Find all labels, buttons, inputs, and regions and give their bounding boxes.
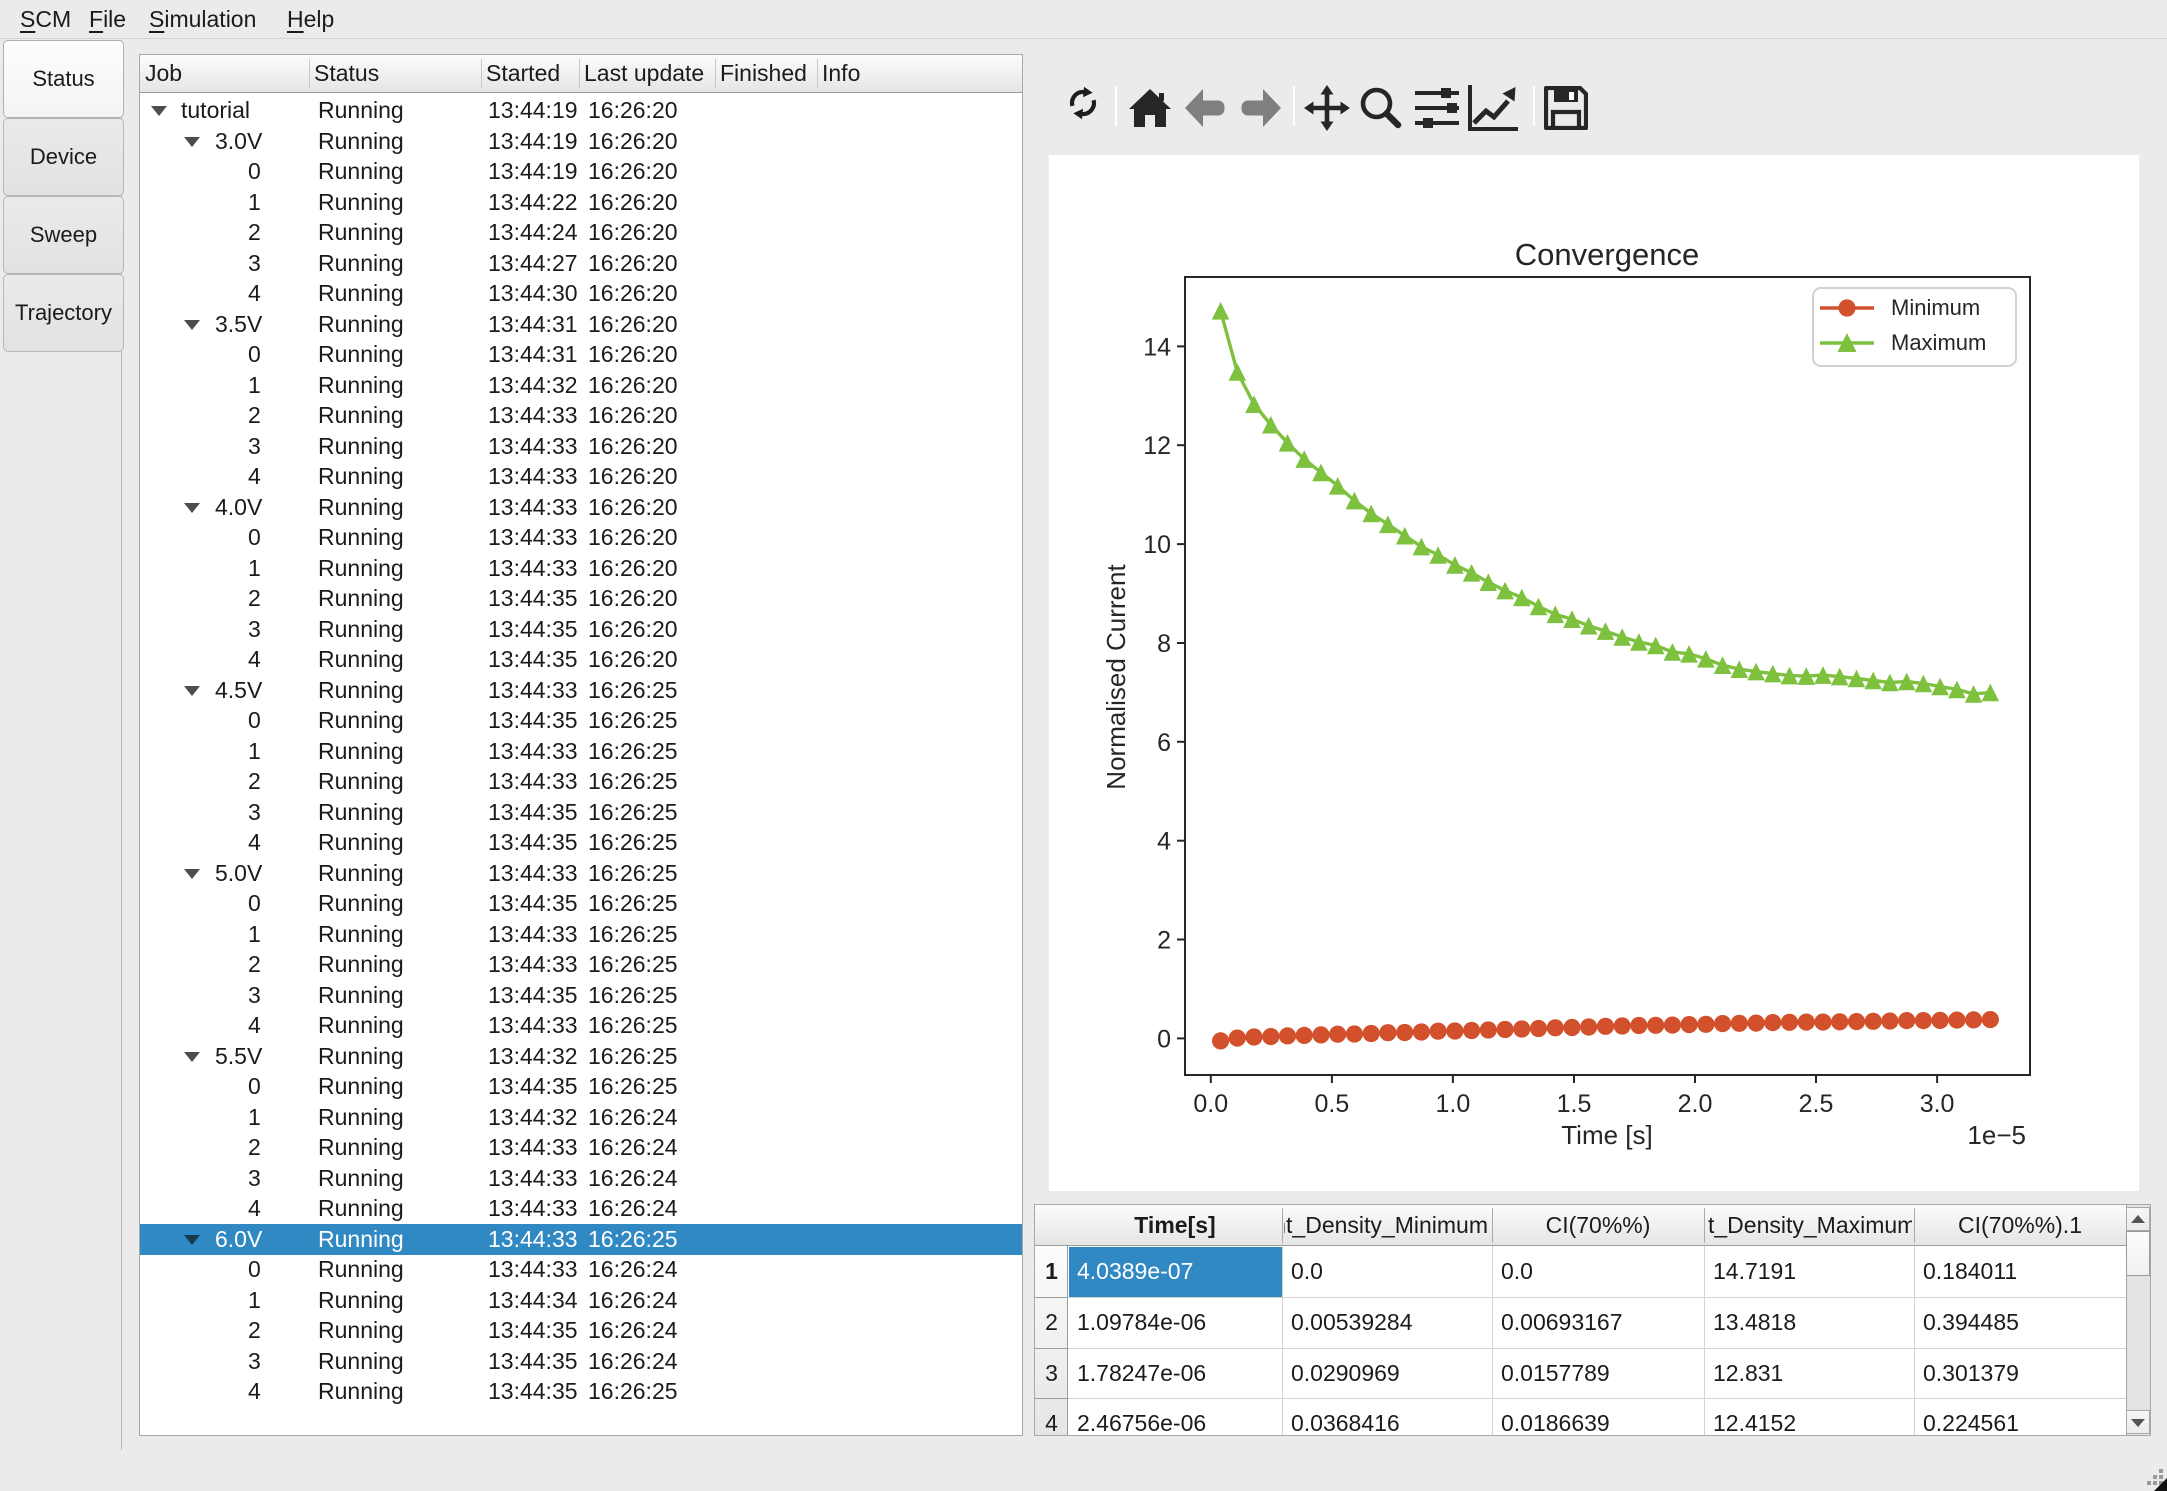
svg-text:Convergence: Convergence bbox=[1515, 237, 1699, 272]
svg-text:2: 2 bbox=[1157, 927, 1171, 955]
svg-text:Time [s]: Time [s] bbox=[1561, 1120, 1652, 1150]
svg-text:3.0: 3.0 bbox=[1920, 1090, 1955, 1118]
svg-text:Maximum: Maximum bbox=[1891, 330, 1986, 355]
svg-text:0.5: 0.5 bbox=[1315, 1090, 1350, 1118]
svg-text:12: 12 bbox=[1143, 432, 1171, 460]
svg-text:10: 10 bbox=[1143, 531, 1171, 559]
svg-text:Minimum: Minimum bbox=[1891, 295, 1980, 320]
svg-text:1e−5: 1e−5 bbox=[1967, 1120, 2026, 1150]
svg-text:0: 0 bbox=[1157, 1025, 1171, 1053]
svg-text:2.5: 2.5 bbox=[1799, 1090, 1834, 1118]
svg-text:4: 4 bbox=[1157, 828, 1171, 856]
svg-text:1.5: 1.5 bbox=[1557, 1090, 1592, 1118]
svg-text:1.0: 1.0 bbox=[1436, 1090, 1471, 1118]
svg-text:Normalised Current: Normalised Current bbox=[1101, 564, 1131, 790]
svg-text:14: 14 bbox=[1143, 333, 1171, 361]
svg-text:2.0: 2.0 bbox=[1678, 1090, 1713, 1118]
svg-text:6: 6 bbox=[1157, 729, 1171, 757]
svg-text:8: 8 bbox=[1157, 630, 1171, 658]
svg-text:0.0: 0.0 bbox=[1193, 1090, 1228, 1118]
